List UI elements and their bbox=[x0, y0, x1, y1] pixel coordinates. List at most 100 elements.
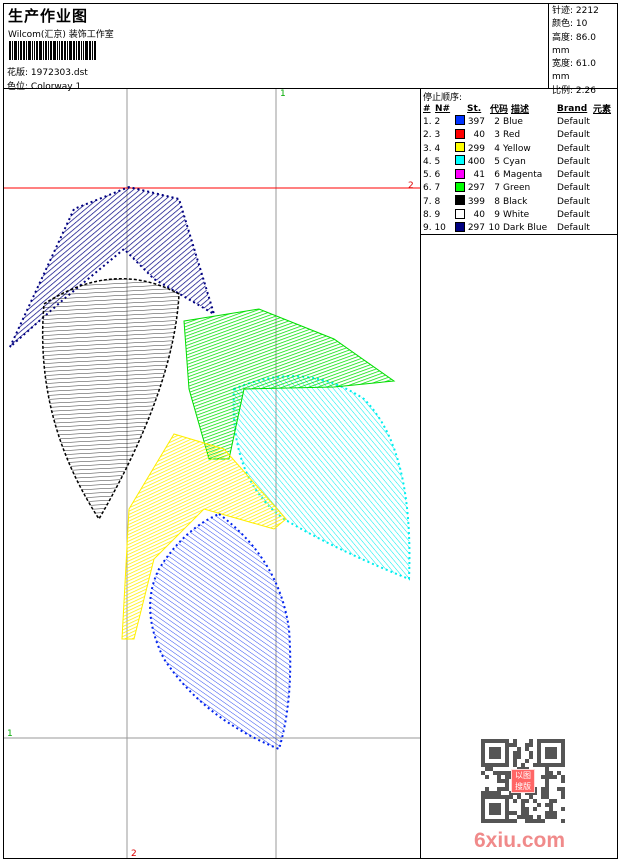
color-swatch bbox=[455, 181, 467, 195]
guide-label: 1 bbox=[7, 729, 13, 739]
description: Cyan bbox=[503, 156, 526, 167]
seq: 5. 6 bbox=[423, 170, 441, 181]
barcode-bar bbox=[78, 41, 80, 60]
table-row: 5. 6 41 6 Magenta Default bbox=[423, 168, 616, 181]
table-row: 8. 9 40 9 White Default bbox=[423, 208, 616, 221]
description: White bbox=[503, 210, 530, 221]
embroidery-preview: 1 2 1 2 bbox=[4, 89, 420, 859]
barcode-bar bbox=[61, 41, 63, 60]
barcode-bar bbox=[43, 41, 44, 60]
seq: 2. 3 bbox=[423, 130, 441, 141]
barcode-bar bbox=[9, 41, 11, 60]
barcode-bar bbox=[36, 41, 38, 60]
leaf-cyan bbox=[232, 375, 411, 581]
barcode-bar bbox=[48, 41, 49, 60]
table-row: 7. 8 399 8 Black Default bbox=[423, 195, 616, 208]
stitch-count: 399 bbox=[467, 196, 485, 207]
right-panel: 停止顺序: # N# St. 代码 描述 Brand 元素 1. 2 397 2 Bl… bbox=[420, 89, 618, 859]
barcode-bar bbox=[83, 41, 84, 60]
stat-colors: 颜色: 10 bbox=[552, 19, 588, 30]
table-row: 1. 2 397 2 Blue Default bbox=[423, 115, 616, 128]
leaf-blue bbox=[149, 512, 292, 751]
barcode-bar bbox=[32, 41, 33, 60]
stitch-count: 400 bbox=[467, 156, 485, 167]
brand: Default bbox=[557, 156, 590, 167]
col-code: 代码 bbox=[489, 105, 508, 116]
brand: Default bbox=[557, 210, 590, 221]
barcode-bar bbox=[50, 41, 52, 60]
color-swatch bbox=[455, 155, 467, 168]
description: Black bbox=[503, 196, 528, 207]
header: 生产作业图 Wilcom(汇京) 装饰工作室 花版: 1972303.dst 色… bbox=[3, 3, 618, 96]
barcode bbox=[9, 41, 143, 60]
stat-stitches: 针迹: 2212 bbox=[552, 6, 599, 16]
design-file-value: 1972303.dst bbox=[30, 68, 88, 78]
table-row: 4. 5 400 5 Cyan Default bbox=[423, 155, 616, 168]
brand: Default bbox=[557, 223, 590, 234]
design-label: 花版: bbox=[7, 68, 29, 78]
barcode-bar bbox=[23, 41, 25, 60]
stat-width: 宽度: 61.0 mm bbox=[552, 59, 596, 83]
table-row: 9. 10 297 10 Dark Blue Default bbox=[423, 221, 616, 235]
description: Red bbox=[503, 130, 521, 141]
design-file: 花版: 1972303.dst bbox=[7, 65, 88, 78]
table-row: 3. 4 299 4 Yellow Default bbox=[423, 142, 616, 155]
stop-sequence-title: 停止顺序: bbox=[423, 93, 463, 103]
barcode-bar bbox=[89, 41, 91, 60]
stitch-count: 40 bbox=[473, 210, 485, 221]
brand: Default bbox=[557, 116, 590, 127]
seq: 4. 5 bbox=[423, 156, 441, 167]
code: 10 bbox=[488, 223, 500, 234]
col-brand: Brand bbox=[557, 103, 588, 114]
color-swatch bbox=[455, 208, 467, 222]
description: Yellow bbox=[503, 143, 531, 154]
color-swatch bbox=[455, 221, 467, 235]
col-seq: # bbox=[423, 103, 431, 114]
qr-code: 以图搜版 bbox=[481, 739, 565, 826]
guide-label: 1 bbox=[280, 89, 286, 99]
color-swatch bbox=[455, 195, 467, 208]
code: 7 bbox=[494, 183, 500, 194]
seq: 6. 7 bbox=[423, 183, 441, 194]
code: 5 bbox=[494, 156, 500, 167]
barcode-bar bbox=[64, 41, 66, 60]
col-desc: 描述 bbox=[511, 105, 530, 116]
barcode-bar bbox=[28, 41, 31, 60]
stitch-count: 297 bbox=[467, 223, 485, 234]
table-row: 6. 7 297 7 Green Default bbox=[423, 181, 616, 195]
stitch-count: 40 bbox=[473, 130, 485, 141]
barcode-bar bbox=[57, 41, 58, 60]
color-swatch bbox=[455, 168, 467, 182]
seq: 7. 8 bbox=[423, 196, 441, 207]
col-n: N# bbox=[435, 103, 451, 114]
table-header: # N# St. 代码 描述 Brand 元素 bbox=[423, 102, 616, 116]
barcode-bar bbox=[12, 41, 13, 60]
stitch-count: 397 bbox=[467, 116, 485, 127]
color-swatch bbox=[455, 115, 467, 128]
code: 6 bbox=[494, 170, 500, 181]
brand: Default bbox=[557, 196, 590, 207]
barcode-bar bbox=[69, 41, 72, 60]
barcode-bar bbox=[39, 41, 42, 60]
barcode-bar bbox=[94, 41, 96, 60]
description: Magenta bbox=[503, 170, 543, 181]
seal-stamp: 以图搜版 bbox=[511, 769, 535, 793]
code: 4 bbox=[494, 143, 500, 154]
seq: 8. 9 bbox=[423, 210, 441, 221]
seq: 3. 4 bbox=[423, 143, 441, 154]
guide-label: 2 bbox=[408, 181, 414, 191]
barcode-bar bbox=[45, 41, 47, 60]
stitch-count: 41 bbox=[473, 170, 485, 181]
col-st: St. bbox=[467, 103, 482, 114]
page-title: 生产作业图 bbox=[8, 7, 89, 25]
design-canvas: 1 2 1 2 bbox=[4, 89, 420, 859]
code: 3 bbox=[494, 130, 500, 141]
barcode-bar bbox=[73, 41, 75, 60]
company-name: Wilcom(汇京) 装饰工作室 bbox=[8, 30, 114, 40]
brand: Default bbox=[557, 130, 590, 141]
barcode-bar bbox=[26, 41, 27, 60]
code: 2 bbox=[494, 116, 500, 127]
barcode-bar bbox=[59, 41, 60, 60]
barcode-bar bbox=[76, 41, 77, 60]
guide-label: 2 bbox=[131, 849, 137, 858]
